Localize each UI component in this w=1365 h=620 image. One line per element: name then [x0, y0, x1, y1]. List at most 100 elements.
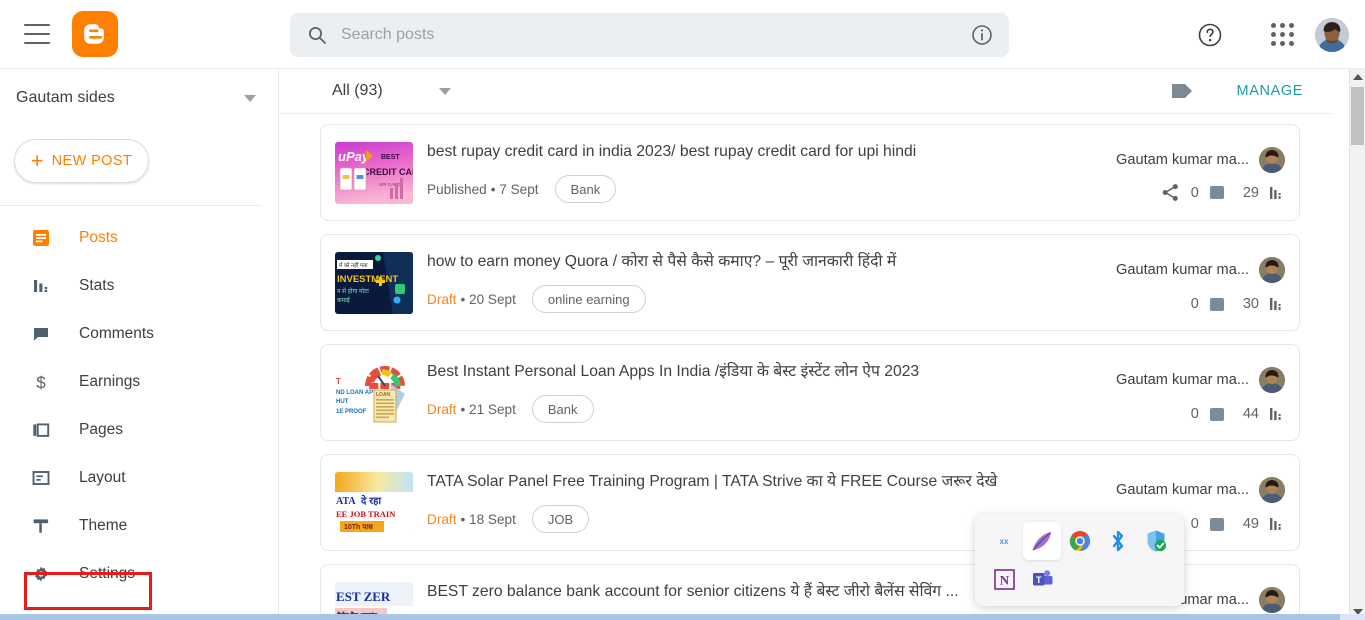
- post-author: Gautam kumar ma...: [1116, 367, 1285, 393]
- post-author: ...umar ma...: [1167, 587, 1285, 613]
- sidebar-item-posts[interactable]: Posts: [0, 214, 278, 262]
- sidebar-item-settings[interactable]: Settings: [0, 550, 278, 598]
- svg-text:INVESTMENT: INVESTMENT: [337, 274, 398, 285]
- sidebar-item-label: Stats: [79, 277, 115, 294]
- stats-bars-icon[interactable]: [1270, 407, 1285, 421]
- top-app-bar: [0, 0, 1365, 69]
- post-author: Gautam kumar ma...: [1116, 257, 1285, 283]
- posts-icon: [30, 227, 52, 249]
- svg-text:ND LOAN APP: ND LOAN APP: [336, 390, 377, 396]
- windows-security-icon[interactable]: [1137, 522, 1175, 560]
- plus-icon: +: [30, 148, 44, 173]
- table-row[interactable]: uPay BEST CREDIT CARD UPI CARD: [320, 124, 1300, 221]
- post-stats: 0 29: [1161, 183, 1285, 202]
- svg-text:कमाई: कमाई: [337, 296, 351, 304]
- post-label-chip[interactable]: online earning: [531, 285, 646, 313]
- author-avatar: [1259, 367, 1285, 393]
- svg-text:र्म को नहीं पता: र्म को नहीं पता: [339, 262, 368, 269]
- post-right-column: Gautam kumar ma... 0 29: [1071, 125, 1299, 220]
- post-body: how to earn money Quora / कोरा से पैसे क…: [427, 252, 1071, 313]
- search-input[interactable]: [341, 26, 971, 44]
- author-name: Gautam kumar ma...: [1115, 152, 1249, 168]
- horizontal-scrollbar-thumb[interactable]: [0, 614, 1340, 620]
- paint-roller-icon: [30, 515, 52, 537]
- post-label-chip[interactable]: JOB: [531, 505, 590, 533]
- user-avatar[interactable]: [1315, 18, 1349, 52]
- vertical-scrollbar[interactable]: [1349, 69, 1365, 620]
- sidebar-item-comments[interactable]: Comments: [0, 310, 278, 358]
- bluetooth-icon[interactable]: [1099, 522, 1137, 560]
- info-circle-icon[interactable]: [971, 24, 993, 46]
- google-apps-grid-icon[interactable]: [1271, 23, 1295, 47]
- svg-text:xx: xx: [1000, 537, 1009, 546]
- chevron-down-icon: [244, 94, 256, 102]
- author-name: Gautam kumar ma...: [1115, 482, 1249, 498]
- author-avatar: [1259, 147, 1285, 173]
- search-bar[interactable]: [290, 13, 1009, 57]
- post-title[interactable]: how to earn money Quora / कोरा से पैसे क…: [427, 252, 1071, 272]
- blog-selector[interactable]: Gautam sides: [0, 69, 278, 127]
- post-meta: Draft • 20 Sept online earning: [427, 285, 1071, 313]
- comment-icon: [30, 323, 52, 345]
- post-stats: 0 49: [1191, 516, 1285, 532]
- post-meta: Draft • 21 Sept Bank: [427, 395, 1071, 423]
- sidebar-item-earnings[interactable]: $ Earnings: [0, 358, 278, 406]
- post-date: • 20 Sept: [460, 291, 516, 307]
- table-row[interactable]: T ND LOAN APP HUT 1E PROOF LOAN Best Ins…: [320, 344, 1300, 441]
- post-status: Draft: [427, 291, 457, 307]
- post-body: Best Instant Personal Loan Apps In India…: [427, 362, 1071, 423]
- dollar-icon: $: [30, 371, 52, 393]
- help-circle-icon[interactable]: [1197, 22, 1223, 48]
- microsoft-teams-icon[interactable]: T: [1023, 560, 1061, 598]
- post-title[interactable]: Best Instant Personal Loan Apps In India…: [427, 362, 1071, 382]
- hamburger-menu-icon[interactable]: [24, 24, 50, 44]
- snipping-feather-icon[interactable]: [1023, 522, 1061, 560]
- new-post-button[interactable]: + NEW POST: [14, 139, 149, 183]
- post-label-chip[interactable]: Bank: [531, 395, 594, 423]
- sidebar-item-label: Posts: [79, 229, 118, 246]
- author-name: Gautam kumar ma...: [1115, 262, 1249, 278]
- stats-bars-icon[interactable]: [1270, 297, 1285, 311]
- post-stats: 0 44: [1191, 406, 1285, 422]
- author-avatar: [1259, 477, 1285, 503]
- svg-text:LOAN: LOAN: [376, 392, 391, 398]
- blogger-glyph: [84, 24, 104, 44]
- loan-apps-thumbnail: T ND LOAN APP HUT 1E PROOF LOAN: [335, 361, 413, 424]
- stats-bars-icon[interactable]: [1270, 186, 1285, 200]
- sidebar-item-layout[interactable]: Layout: [0, 454, 278, 502]
- svg-text:ATA: ATA: [336, 496, 356, 507]
- sidebar-nav: Posts Stats Comments $ Earnings Pages La…: [0, 214, 278, 620]
- xx-small-icon[interactable]: xx: [985, 522, 1023, 560]
- label-tag-icon[interactable]: [1171, 83, 1193, 99]
- post-right-column: Gautam kumar ma... 0 30: [1071, 235, 1299, 330]
- post-title[interactable]: best rupay credit card in india 2023/ be…: [427, 142, 1071, 162]
- view-count: 30: [1242, 296, 1259, 312]
- sidebar: Gautam sides + NEW POST Posts Stats Comm…: [0, 69, 279, 620]
- vertical-scrollbar-thumb[interactable]: [1351, 87, 1364, 145]
- share-icon[interactable]: [1161, 183, 1180, 202]
- chrome-icon[interactable]: [1061, 522, 1099, 560]
- stats-bars-icon[interactable]: [1270, 517, 1285, 531]
- svg-text:uPay: uPay: [338, 149, 370, 164]
- manage-button[interactable]: MANAGE: [1237, 83, 1303, 99]
- blogger-logo-icon[interactable]: [72, 11, 118, 57]
- view-count: 29: [1242, 184, 1259, 201]
- scroll-up-arrow-icon[interactable]: [1353, 74, 1363, 80]
- table-row[interactable]: र्म को नहीं पता INVESTMENT न से होगा मोट…: [320, 234, 1300, 331]
- sidebar-item-pages[interactable]: Pages: [0, 406, 278, 454]
- sidebar-item-theme[interactable]: Theme: [0, 502, 278, 550]
- post-right-column: Gautam kumar ma... 0 44: [1071, 345, 1299, 440]
- onenote-icon[interactable]: N: [985, 560, 1023, 598]
- sidebar-item-label: Layout: [79, 469, 126, 486]
- svg-text:HUT: HUT: [336, 399, 349, 405]
- post-label-chip[interactable]: Bank: [554, 175, 617, 203]
- comment-count: 0: [1190, 296, 1199, 312]
- post-title[interactable]: TATA Solar Panel Free Training Program |…: [427, 472, 1071, 492]
- sidebar-item-stats[interactable]: Stats: [0, 262, 278, 310]
- svg-text:दे रहा: दे रहा: [360, 494, 381, 507]
- post-body: best rupay credit card in india 2023/ be…: [427, 142, 1071, 203]
- upay-credit-card-thumbnail: uPay BEST CREDIT CARD UPI CARD: [335, 141, 413, 204]
- posts-filter-dropdown[interactable]: All (93): [332, 82, 451, 100]
- author-name: Gautam kumar ma...: [1115, 372, 1249, 388]
- horizontal-scrollbar[interactable]: [0, 614, 1365, 620]
